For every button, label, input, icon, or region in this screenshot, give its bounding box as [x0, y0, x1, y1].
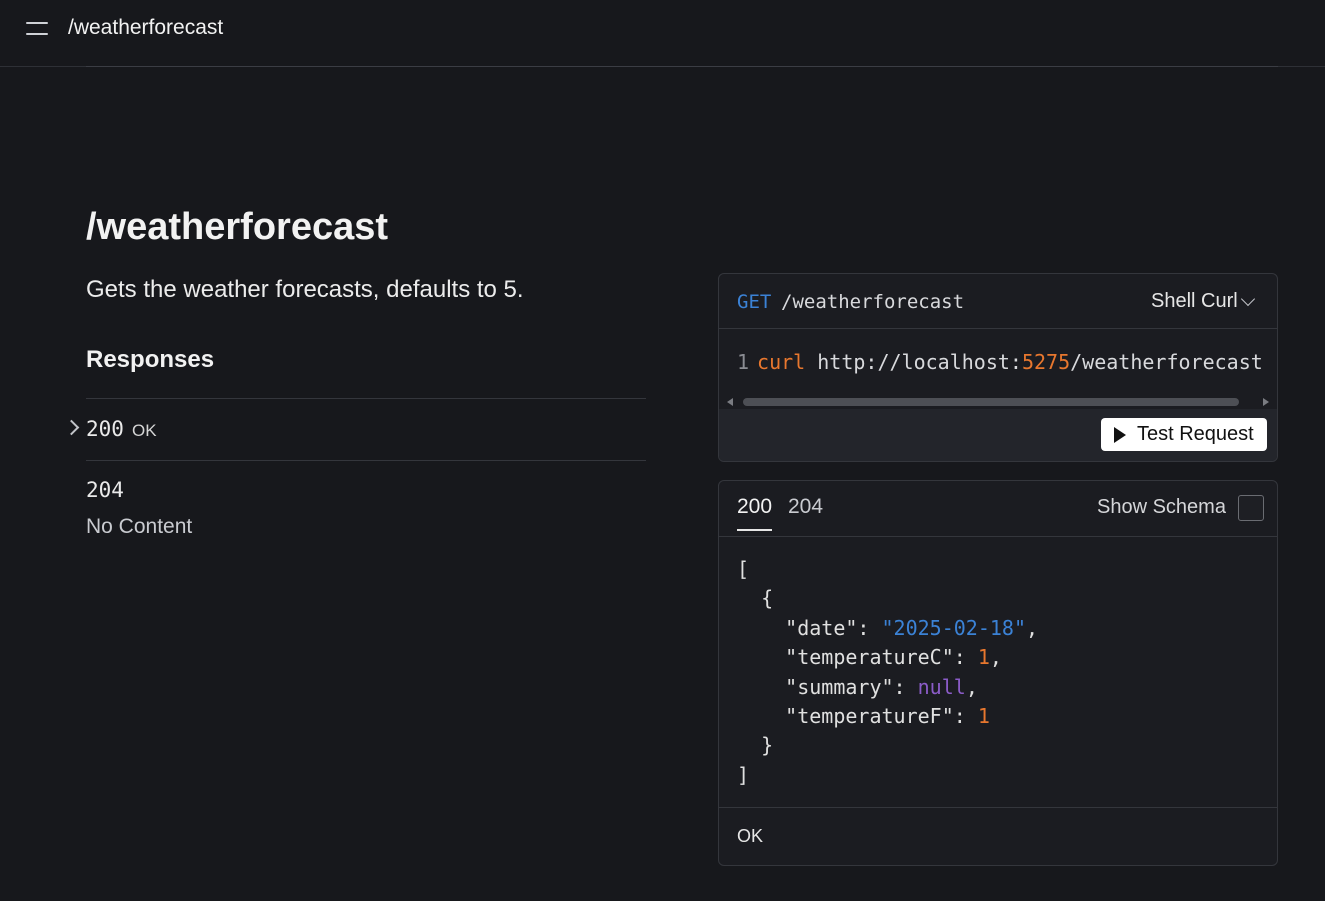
responses-heading: Responses [86, 346, 215, 373]
code-port: 5275 [1021, 350, 1071, 374]
json-number: 1 [977, 645, 990, 670]
json-punctuation: [ [737, 557, 750, 581]
request-footer: Test Request [719, 409, 1277, 461]
json-key: "temperatureC" [785, 645, 954, 670]
language-select[interactable]: Shell Curl [1151, 290, 1238, 313]
endpoint-description: Gets the weather forecasts, defaults to … [86, 276, 524, 303]
response-tabs: 200 204 Show Schema [719, 481, 1277, 537]
test-request-label: Test Request [1137, 423, 1254, 445]
show-schema-checkbox[interactable] [1238, 495, 1264, 521]
json-key: "temperatureF" [785, 704, 954, 729]
response-code: 204 [86, 478, 124, 502]
response-status-text: OK [737, 826, 764, 846]
http-method: GET [737, 291, 772, 313]
json-key: "date" [785, 615, 858, 640]
chevron-down-icon[interactable] [1240, 291, 1256, 307]
json-key: "summary" [785, 674, 894, 699]
horizontal-scrollbar[interactable] [727, 396, 1269, 408]
divider [86, 398, 646, 399]
code-command: curl [757, 350, 806, 374]
request-path: /weatherforecast [781, 291, 965, 313]
json-punctuation: { [761, 586, 774, 611]
response-label: No Content [86, 515, 193, 538]
menu-icon[interactable] [26, 20, 50, 38]
code-line: 1 curl http://localhost:5275/weatherforec… [737, 350, 1263, 374]
code-url: http://localhost: [817, 350, 1022, 374]
divider [86, 66, 1278, 67]
json-null: null [917, 674, 966, 699]
response-200-toggle[interactable]: 200 OK [60, 400, 646, 460]
scroll-left-icon[interactable] [727, 398, 733, 406]
divider [86, 460, 646, 461]
chevron-right-icon [63, 419, 80, 436]
scroll-thumb[interactable] [743, 398, 1239, 406]
top-bar: /weatherforecast [0, 0, 1325, 67]
json-string: "2025-02-18" [881, 615, 1027, 640]
show-schema-label[interactable]: Show Schema [1097, 496, 1226, 519]
test-request-button[interactable]: Test Request [1101, 418, 1267, 451]
tab-200[interactable]: 200 [737, 495, 773, 531]
response-code: 200 [86, 417, 124, 441]
play-icon [1114, 427, 1126, 443]
header-title: /weatherforecast [68, 16, 224, 39]
scroll-right-icon[interactable] [1263, 398, 1269, 406]
page-title: /weatherforecast [86, 206, 389, 248]
tab-204[interactable]: 204 [788, 495, 823, 519]
request-example-card: GET /weatherforecast Shell Curl 1 curl ht… [718, 273, 1278, 462]
line-number: 1 [737, 350, 750, 374]
json-number: 1 [977, 704, 990, 729]
request-header: GET /weatherforecast Shell Curl [719, 274, 1277, 329]
code-url-path: /weatherforecast [1070, 350, 1263, 374]
response-label: OK [132, 421, 157, 440]
response-footer: OK [719, 807, 1277, 865]
json-punctuation: } [761, 733, 774, 758]
response-example-card: 200 204 Show Schema [ { "date": "2025-02… [718, 480, 1278, 866]
json-punctuation: ] [737, 762, 750, 787]
json-example: [ { "date": "2025-02-18", "temperatureC"… [737, 557, 1039, 787]
